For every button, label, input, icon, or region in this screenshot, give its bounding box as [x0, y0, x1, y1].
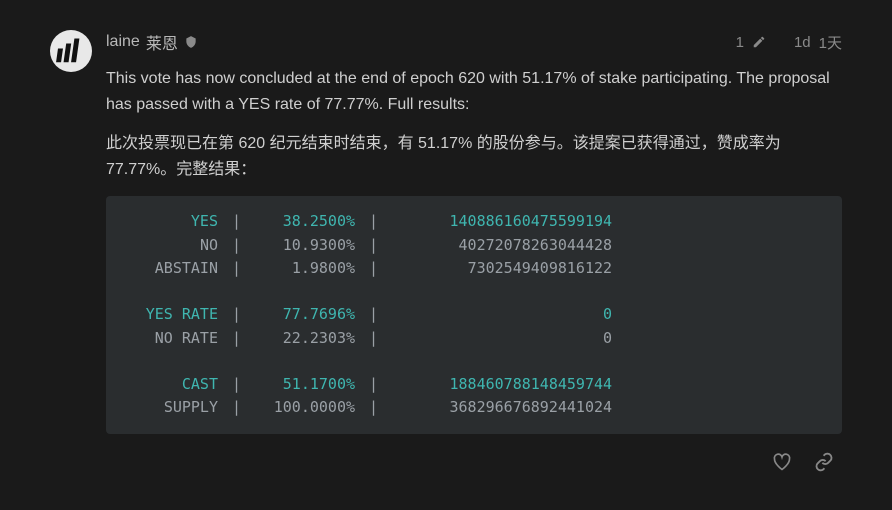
result-label: SUPPLY [126, 396, 218, 419]
separator: | [355, 327, 392, 350]
heart-icon[interactable] [772, 452, 792, 472]
separator: | [355, 257, 392, 280]
result-percent: 1.9800% [255, 257, 355, 280]
result-value: 0 [392, 303, 612, 326]
shield-icon [184, 35, 198, 49]
separator: | [355, 303, 392, 326]
result-row: SUPPLY|100.0000%|368296676892441024 [126, 396, 822, 419]
post-age-en: 1d [794, 34, 811, 51]
avatar[interactable] [50, 30, 92, 72]
separator: | [355, 210, 392, 233]
result-value: 188460788148459744 [392, 373, 612, 396]
result-row: YES|38.2500%|140886160475599194 [126, 210, 822, 233]
result-percent: 10.9300% [255, 234, 355, 257]
post-meta: 1 1d 1天 [736, 32, 842, 53]
result-percent: 51.1700% [255, 373, 355, 396]
separator: | [218, 257, 255, 280]
separator: | [218, 234, 255, 257]
result-label: YES [126, 210, 218, 233]
edit-count: 1 [736, 34, 744, 51]
result-row: NO RATE|22.2303%|0 [126, 327, 822, 350]
result-value: 140886160475599194 [392, 210, 612, 233]
avatar-logo-icon [56, 36, 86, 66]
pencil-icon[interactable] [752, 35, 766, 49]
separator: | [355, 234, 392, 257]
separator: | [218, 373, 255, 396]
result-percent: 100.0000% [255, 396, 355, 419]
blank-row [126, 350, 822, 373]
result-row: YES RATE|77.7696%|0 [126, 303, 822, 326]
results-code-block: YES|38.2500%|140886160475599194NO|10.930… [106, 196, 842, 433]
separator: | [355, 373, 392, 396]
blank-row [126, 280, 822, 303]
result-value: 368296676892441024 [392, 396, 612, 419]
paragraph-cn: 此次投票现已在第 620 纪元结束时结束，有 51.17% 的股份参与。该提案已… [106, 131, 842, 182]
separator: | [218, 396, 255, 419]
forum-post: laine 莱恩 1 1d 1天 This vote has now concl… [50, 30, 842, 472]
result-percent: 22.2303% [255, 327, 355, 350]
result-percent: 77.7696% [255, 303, 355, 326]
result-row: ABSTAIN|1.9800%|7302549409816122 [126, 257, 822, 280]
result-value: 40272078263044428 [392, 234, 612, 257]
paragraph-en: This vote has now concluded at the end o… [106, 66, 842, 117]
separator: | [355, 396, 392, 419]
result-value: 0 [392, 327, 612, 350]
author-line: laine 莱恩 [106, 30, 198, 54]
post-header: laine 莱恩 1 1d 1天 [106, 30, 842, 54]
result-label: ABSTAIN [126, 257, 218, 280]
separator: | [218, 327, 255, 350]
result-label: NO [126, 234, 218, 257]
result-value: 7302549409816122 [392, 257, 612, 280]
result-label: NO RATE [126, 327, 218, 350]
author-username[interactable]: laine [106, 33, 140, 51]
result-percent: 38.2500% [255, 210, 355, 233]
result-row: CAST|51.1700%|188460788148459744 [126, 373, 822, 396]
separator: | [218, 210, 255, 233]
author-display-name: 莱恩 [146, 30, 178, 54]
separator: | [218, 303, 255, 326]
result-row: NO|10.9300%|40272078263044428 [126, 234, 822, 257]
result-label: CAST [126, 373, 218, 396]
post-content: This vote has now concluded at the end o… [106, 66, 842, 434]
post-age-cn: 1天 [819, 32, 842, 53]
link-icon[interactable] [814, 452, 834, 472]
post-actions [106, 452, 842, 472]
post-body: laine 莱恩 1 1d 1天 This vote has now concl… [106, 30, 842, 472]
result-label: YES RATE [126, 303, 218, 326]
